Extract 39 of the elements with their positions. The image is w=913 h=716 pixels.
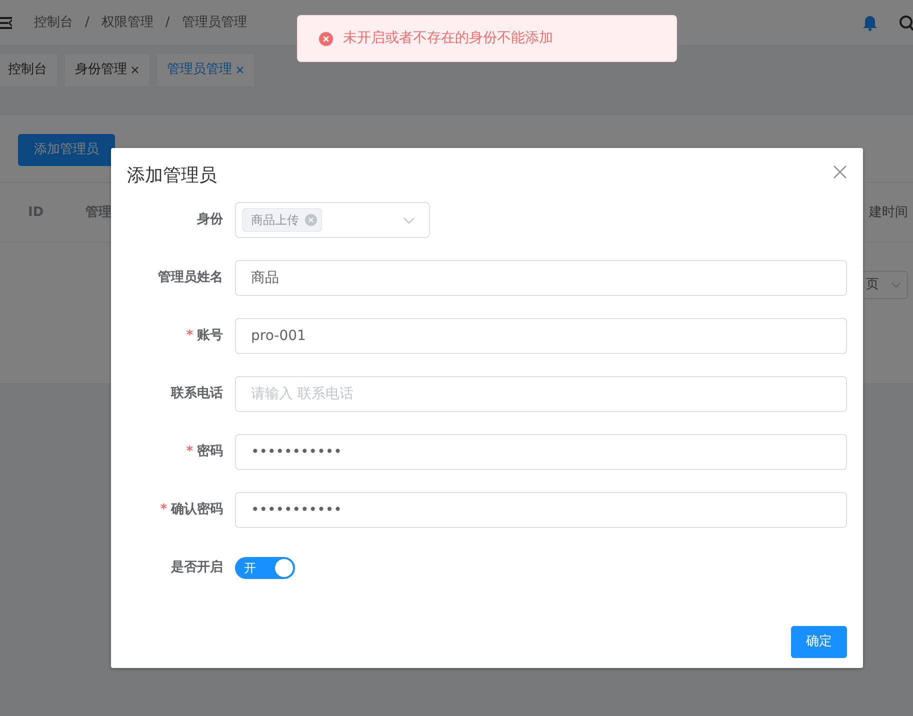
close-icon[interactable]: [305, 214, 317, 226]
field-label: * 密码: [186, 444, 223, 460]
field-label: * 账号: [186, 328, 223, 344]
input-field[interactable]: pro-001: [235, 318, 847, 354]
tab[interactable]: 控制台: [0, 54, 57, 86]
toast-message: 未开启或者不存在的身份不能添加: [343, 29, 553, 48]
dialog-title: 添加管理员: [127, 164, 217, 188]
identity-select[interactable]: 商品上传: [235, 202, 430, 238]
tab[interactable]: 身份管理: [65, 54, 149, 86]
close-icon[interactable]: [236, 66, 244, 74]
input-field[interactable]: 请输入 联系电话: [235, 376, 847, 412]
input-field[interactable]: •••••••••••: [235, 492, 847, 528]
breadcrumb-separator: /: [165, 14, 170, 32]
chevron-down-icon: [891, 282, 901, 288]
close-button[interactable]: [833, 165, 847, 179]
toggle-switch[interactable]: 开: [235, 557, 295, 579]
breadcrumb-item[interactable]: 管理员管理: [182, 12, 247, 32]
chevron-down-icon: [403, 216, 415, 224]
add-admin-button[interactable]: 添加管理员: [18, 134, 115, 166]
close-icon[interactable]: [131, 66, 139, 74]
confirm-button[interactable]: 确定: [791, 626, 847, 658]
close-icon: [833, 165, 847, 179]
field-label: 管理员姓名: [158, 270, 223, 286]
input-field[interactable]: •••••••••••: [235, 434, 847, 470]
menu-icon[interactable]: [0, 16, 12, 30]
tag-text: 商品上传: [251, 212, 299, 229]
search-icon[interactable]: [899, 14, 913, 30]
field-label: * 确认密码: [160, 502, 223, 518]
field-label: 联系电话: [171, 386, 223, 402]
bell-icon[interactable]: [863, 14, 877, 30]
breadcrumb-item[interactable]: 权限管理: [101, 12, 154, 32]
field-label: 是否开启: [171, 560, 223, 576]
column-header: 建时间: [869, 204, 908, 222]
breadcrumb-separator: /: [85, 14, 90, 32]
input-field[interactable]: 商品: [235, 260, 847, 296]
breadcrumb-item[interactable]: 控制台: [34, 12, 73, 32]
error-icon: [319, 32, 333, 46]
field-label: 身份: [197, 212, 223, 228]
tab[interactable]: 管理员管理: [157, 54, 254, 86]
